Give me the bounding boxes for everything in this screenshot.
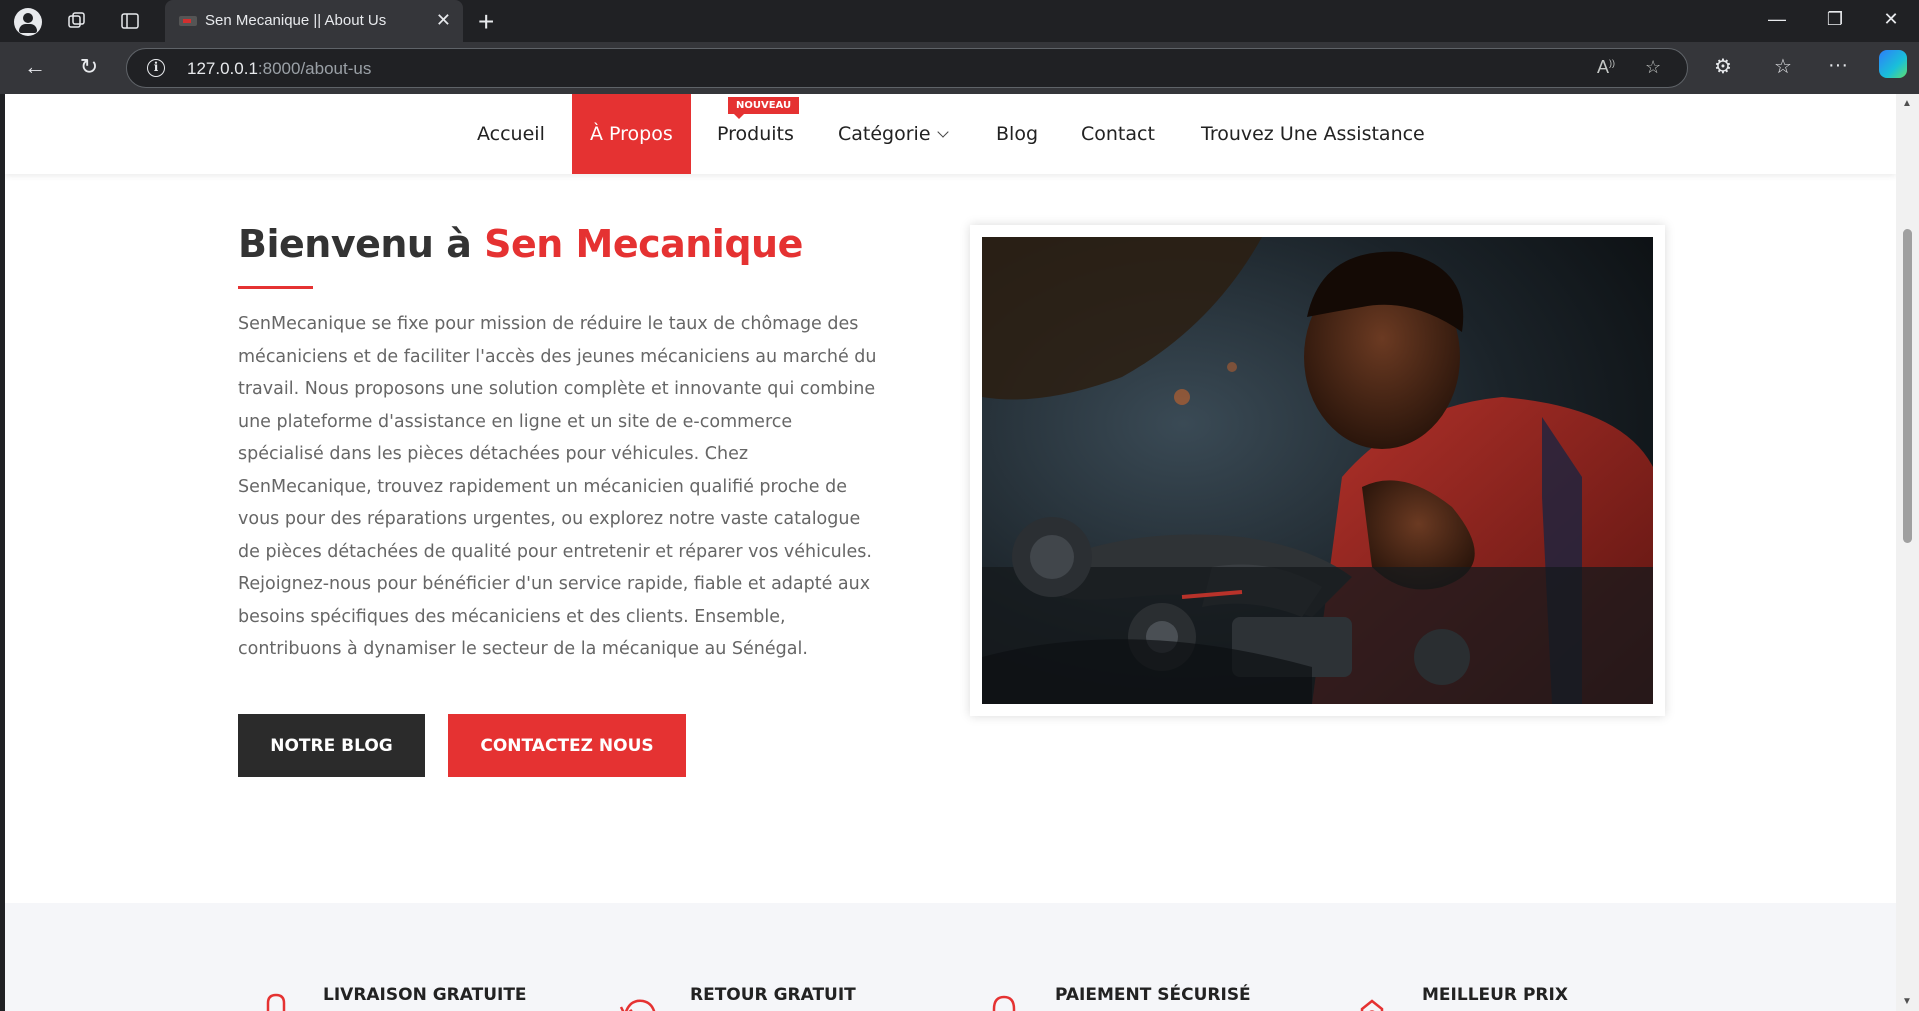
nav-a-propos[interactable]: À Propos [572, 94, 691, 174]
title-accent: Sen Mecanique [484, 222, 803, 266]
mechanic-photo [982, 237, 1653, 704]
feature-title: LIVRAISON GRATUITE [323, 985, 527, 1005]
lock-icon [992, 995, 1016, 1011]
nav-categorie[interactable]: Catégorie [838, 94, 949, 174]
more-menu-icon[interactable]: ··· [1828, 54, 1848, 77]
about-image-frame [970, 225, 1665, 716]
scroll-down-icon[interactable]: ▼ [1902, 996, 1912, 1007]
browser-toolbar: ← ↻ i 127.0.0.1:8000/about-us A)) ☆ ⚙ ☆ … [0, 42, 1919, 94]
truck-icon [266, 993, 286, 1011]
browser-titlebar: Sen Mecanique || About Us ✕ + — ❐ ✕ [0, 0, 1919, 42]
feature-title: MEILLEUR PRIX [1422, 985, 1568, 1005]
blog-button[interactable]: NOTRE BLOG [238, 714, 425, 777]
workspaces-icon[interactable] [64, 8, 90, 34]
scroll-thumb[interactable] [1903, 229, 1912, 543]
page-viewport: Accueil À Propos NOUVEAU Produits Catégo… [5, 94, 1896, 1011]
extensions-icon[interactable]: ⚙ [1714, 54, 1732, 79]
tab-actions-icon[interactable] [117, 8, 143, 34]
address-bar[interactable]: i 127.0.0.1:8000/about-us A)) ☆ [126, 48, 1688, 88]
page-title: Bienvenu à Sen Mecanique [238, 222, 803, 266]
nav-produits[interactable]: Produits [717, 94, 794, 174]
url-path: :8000/about-us [257, 59, 372, 78]
reload-icon[interactable]: ↻ [74, 54, 104, 80]
read-aloud-icon[interactable]: A)) [1597, 57, 1615, 78]
new-tab-icon[interactable]: + [478, 6, 494, 38]
minimize-icon[interactable]: — [1762, 9, 1792, 30]
feature-title: RETOUR GRATUIT [690, 985, 856, 1005]
about-description: SenMecanique se fixe pour mission de réd… [238, 314, 877, 659]
title-underline [238, 286, 313, 289]
main-navigation: Accueil À Propos NOUVEAU Produits Catégo… [5, 94, 1896, 174]
url-text[interactable]: 127.0.0.1:8000/about-us [187, 59, 371, 79]
active-tab[interactable]: Sen Mecanique || About Us ✕ [165, 0, 463, 42]
close-window-icon[interactable]: ✕ [1876, 9, 1906, 30]
profile-icon[interactable] [14, 8, 42, 36]
nav-accueil[interactable]: Accueil [477, 94, 545, 174]
vertical-scrollbar[interactable]: ▲ ▼ [1896, 94, 1919, 1011]
close-tab-icon[interactable]: ✕ [436, 10, 451, 31]
price-tag-icon [1360, 999, 1384, 1011]
features-strip: LIVRAISON GRATUITE RETOUR GRATUIT PAIEME… [5, 903, 1896, 1011]
tab-title: Sen Mecanique || About Us [205, 12, 387, 29]
favorite-star-icon[interactable]: ☆ [1645, 57, 1661, 78]
back-icon[interactable]: ← [20, 54, 50, 80]
nav-categorie-label: Catégorie [838, 123, 931, 145]
favorites-icon[interactable]: ☆ [1774, 54, 1792, 79]
site-favicon-icon [179, 16, 197, 26]
nav-assistance[interactable]: Trouvez Une Assistance [1201, 94, 1425, 174]
chevron-down-icon [936, 125, 949, 138]
title-prefix: Bienvenu à [238, 222, 485, 266]
copilot-icon[interactable] [1879, 50, 1907, 78]
scroll-up-icon[interactable]: ▲ [1902, 98, 1912, 109]
site-info-icon[interactable]: i [147, 59, 165, 77]
contact-button[interactable]: CONTACTEZ NOUS [448, 714, 686, 777]
return-icon [619, 999, 656, 1011]
nav-contact[interactable]: Contact [1081, 94, 1155, 174]
nav-blog[interactable]: Blog [996, 94, 1038, 174]
url-host: 127.0.0.1 [187, 59, 258, 78]
feature-title: PAIEMENT SÉCURISÉ [1055, 985, 1251, 1005]
restore-icon[interactable]: ❐ [1820, 9, 1850, 30]
